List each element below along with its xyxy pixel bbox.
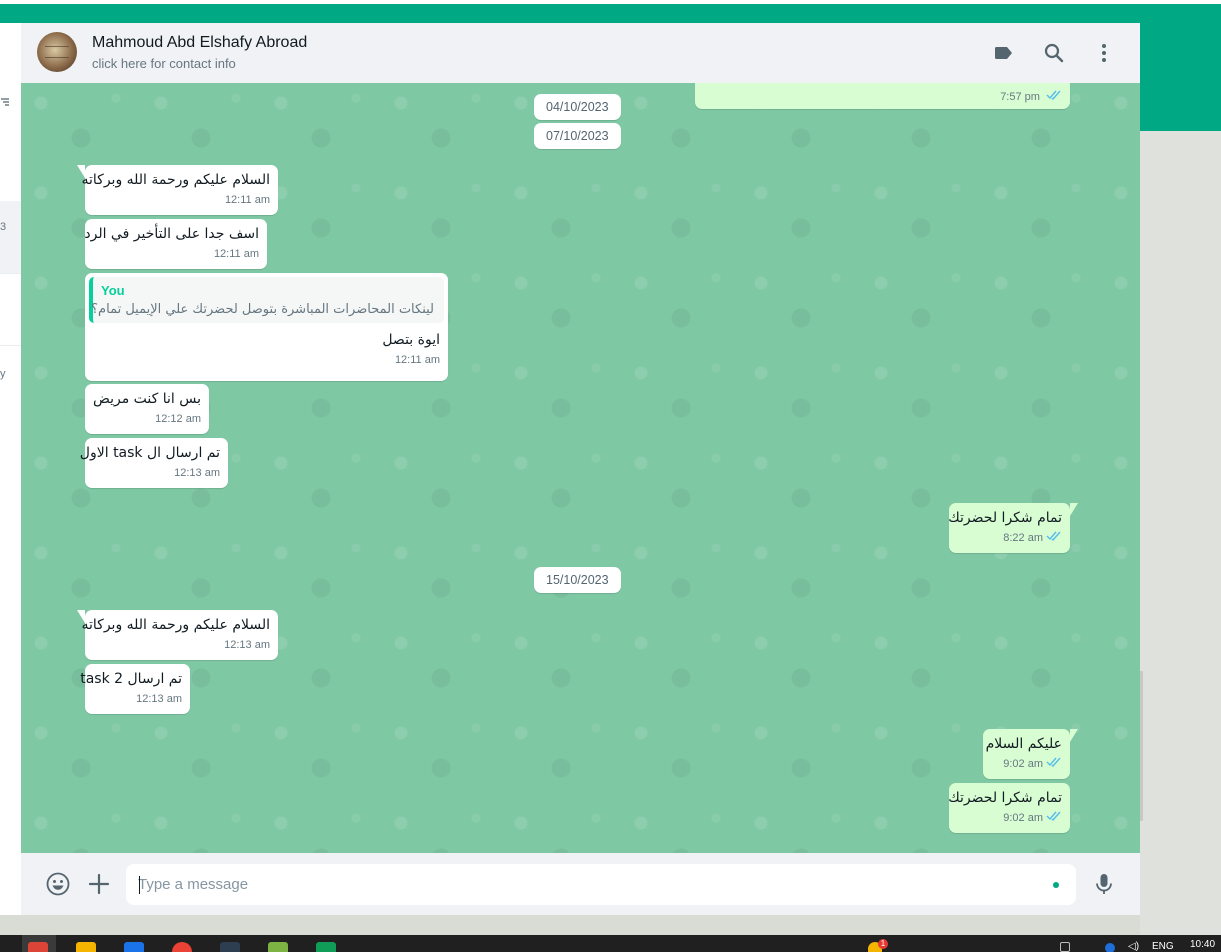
message-time: 12:11 am: [394, 354, 440, 366]
contact-info-hint[interactable]: click here for contact info: [92, 56, 236, 71]
chat-list-sidebar: 3 y: [0, 23, 22, 915]
message-text: تم ارسال ال task الاول: [79, 445, 220, 461]
message-time: 12:13 am: [174, 467, 220, 479]
date-separator: 04/10/2023: [534, 94, 621, 120]
input-status-dot: [1053, 882, 1059, 888]
message-input[interactable]: [138, 864, 1038, 905]
message-bubble-in[interactable]: السلام عليكم ورحمة الله وبركاته 12:13 am: [77, 610, 278, 660]
app-icon[interactable]: [124, 942, 144, 952]
text-caret: [139, 876, 140, 894]
system-clock[interactable]: 10:40: [1190, 939, 1215, 950]
message-text: تمام شكرا لحضرتك: [948, 510, 1062, 526]
app-icon[interactable]: [172, 942, 192, 952]
read-ticks-icon: [1046, 90, 1062, 104]
chat-list-item-text: y: [0, 368, 6, 380]
read-ticks-icon: [1046, 531, 1062, 545]
message-text: السلام عليكم ورحمة الله وبركاته: [81, 617, 270, 633]
battery-icon[interactable]: [1060, 942, 1070, 952]
chrome-app-icon[interactable]: [28, 942, 48, 952]
chat-list-item-count: 3: [0, 221, 7, 233]
message-time: 7:57 pm: [1000, 91, 1040, 103]
sheets-app-icon[interactable]: [316, 942, 336, 952]
attach-icon[interactable]: [86, 871, 112, 897]
message-time: 12:13 am: [136, 693, 182, 705]
message-bubble-out[interactable]: 7:57 pm: [695, 83, 1070, 109]
conversation-header[interactable]: Mahmoud Abd Elshafy Abroad click here fo…: [21, 23, 1140, 84]
message-text: اسف جدا على التأخير في الرد: [84, 226, 259, 242]
background-green-panel: [1140, 23, 1221, 131]
chat-list-divider: [0, 345, 21, 346]
menu-icon[interactable]: [1092, 41, 1116, 65]
window-top-edge: [0, 0, 1221, 4]
app-icon[interactable]: [268, 942, 288, 952]
os-taskbar: 1 ◁) ENG 10:40: [0, 935, 1221, 952]
message-time: 12:12 am: [155, 413, 201, 425]
message-list[interactable]: 7:57 pm 04/10/2023 07/10/2023 السلام علي…: [21, 83, 1140, 853]
message-bubble-in[interactable]: تم ارسال task 2 12:13 am: [80, 664, 190, 714]
quoted-message[interactable]: You لينكات المحاضرات المباشرة بتوصل لحضر…: [89, 277, 444, 323]
chat-list-divider: [0, 273, 21, 274]
message-text: تمام شكرا لحضرتك: [948, 790, 1062, 806]
search-icon[interactable]: [1042, 41, 1066, 65]
date-separator: 07/10/2023: [534, 123, 621, 149]
mic-icon[interactable]: [1091, 871, 1117, 897]
avatar[interactable]: [37, 32, 77, 72]
message-time: 9:02 am: [1003, 812, 1043, 824]
message-text: السلام عليكم ورحمة الله وبركاته: [81, 172, 270, 188]
message-bubble-in[interactable]: تم ارسال ال task الاول 12:13 am: [79, 438, 228, 488]
read-ticks-icon: [1046, 757, 1062, 771]
message-time: 12:13 am: [224, 639, 270, 651]
background-gray-panel: [1140, 131, 1221, 935]
message-bubble-in[interactable]: السلام عليكم ورحمة الله وبركاته 12:11 am: [77, 165, 278, 215]
date-separator: 15/10/2023: [534, 567, 621, 593]
message-time: 12:11 am: [213, 248, 259, 260]
message-bubble-out[interactable]: تمام شكرا لحضرتك 8:22 am: [948, 503, 1078, 553]
message-text: بس انا كنت مريض: [92, 391, 201, 407]
quoted-text: لينكات المحاضرات المباشرة بتوصل لحضرتك ع…: [91, 302, 434, 317]
message-time: 8:22 am: [1003, 532, 1043, 544]
emoji-icon[interactable]: [45, 871, 71, 897]
message-composer: [21, 853, 1140, 915]
network-icon[interactable]: [1105, 943, 1115, 952]
message-text: تم ارسال task 2: [80, 671, 182, 687]
chat-list-item-selected[interactable]: 3: [0, 201, 21, 273]
notification-badge: 1: [878, 939, 888, 949]
volume-icon[interactable]: ◁): [1128, 941, 1139, 952]
language-indicator[interactable]: ENG: [1152, 941, 1174, 952]
quoted-author: You: [101, 283, 125, 298]
message-time: 12:11 am: [224, 194, 270, 206]
message-text: ايوة بتصل: [382, 332, 440, 348]
contact-name[interactable]: Mahmoud Abd Elshafy Abroad: [92, 34, 307, 52]
drive-app-icon[interactable]: [76, 942, 96, 952]
message-bubble-in[interactable]: بس انا كنت مريض 12:12 am: [85, 384, 209, 434]
filter-icon[interactable]: [0, 96, 10, 110]
message-text: عليكم السلام: [985, 736, 1062, 752]
message-input-box[interactable]: [126, 864, 1076, 905]
message-bubble-out[interactable]: عليكم السلام 9:02 am: [983, 729, 1078, 779]
app-icon[interactable]: [220, 942, 240, 952]
read-ticks-icon: [1046, 811, 1062, 825]
scroll-edge: [1140, 671, 1143, 821]
message-bubble-in-reply[interactable]: You لينكات المحاضرات المباشرة بتوصل لحضر…: [85, 273, 448, 381]
message-time: 9:02 am: [1003, 758, 1043, 770]
message-bubble-in[interactable]: اسف جدا على التأخير في الرد 12:11 am: [84, 219, 267, 269]
label-icon[interactable]: [992, 41, 1016, 65]
message-bubble-out[interactable]: تمام شكرا لحضرتك 9:02 am: [948, 783, 1070, 833]
